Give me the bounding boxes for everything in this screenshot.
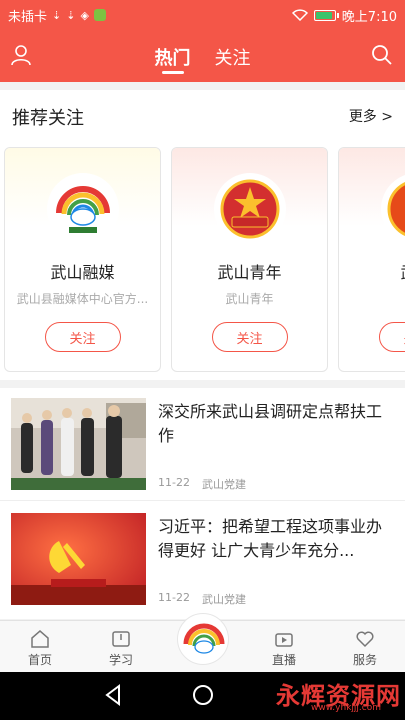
home-circle-icon[interactable] bbox=[192, 684, 214, 706]
wushan-media-logo bbox=[46, 173, 119, 245]
usb-icon: ⇣ bbox=[52, 8, 62, 22]
card-name: 武山 bbox=[339, 259, 405, 283]
follow-button[interactable]: 关注 bbox=[378, 322, 405, 352]
news-date: 11-22 bbox=[158, 476, 190, 489]
tab-follow[interactable]: 关注 bbox=[215, 30, 251, 82]
recommend-card[interactable]: 武山 武山 关注 bbox=[338, 147, 405, 372]
youth-league-logo bbox=[213, 173, 286, 245]
card-name: 武山青年 bbox=[217, 263, 282, 282]
center-logo-button[interactable] bbox=[177, 613, 229, 665]
watermark-url: www.yhkjjj.com bbox=[311, 703, 381, 713]
card-name: 武山融媒 bbox=[50, 263, 115, 282]
heart-icon bbox=[356, 631, 374, 648]
news-thumbnail bbox=[11, 513, 146, 605]
more-link[interactable]: 更多 > bbox=[349, 106, 393, 126]
news-meta: 11-22 武山党建 bbox=[158, 476, 246, 492]
tab-hot[interactable]: 热门 bbox=[155, 30, 191, 82]
news-item[interactable]: 习近平：把希望工程这项事业办得更好 让广大青少年充分... 11-22 武山党建 bbox=[0, 501, 405, 619]
bottom-nav: 首页 学习 直播 服务 bbox=[0, 613, 405, 672]
news-title: 深交所来武山县调研定点帮扶工作 bbox=[158, 402, 383, 445]
status-bar: 未插卡 ⇣ ⇣ ◈ 晚上7:10 bbox=[0, 0, 405, 30]
recommend-title: 推荐关注 bbox=[12, 108, 84, 129]
recommend-card[interactable]: 武山融媒 武山县融媒体中心官方... 关注 bbox=[4, 147, 161, 372]
app-header: 热门 关注 bbox=[0, 30, 405, 82]
nav-label: 首页 bbox=[27, 653, 52, 667]
recommend-cards: 武山融媒 武山县融媒体中心官方... 关注 武山青年 武山青年 关注 bbox=[4, 147, 405, 372]
card-desc: 武山县融媒体中心官方... bbox=[16, 292, 149, 306]
follow-button[interactable]: 关注 bbox=[211, 322, 288, 352]
top-tabs: 热门 关注 bbox=[0, 30, 405, 82]
nav-label: 服务 bbox=[352, 653, 377, 667]
carrier-text: 未插卡 bbox=[8, 9, 48, 25]
usb-icon-2: ⇣ bbox=[66, 8, 76, 22]
nav-label: 直播 bbox=[271, 653, 296, 667]
search-icon[interactable] bbox=[371, 44, 393, 66]
news-source: 武山党建 bbox=[201, 478, 246, 491]
news-thumbnail bbox=[11, 398, 146, 490]
nav-service[interactable]: 服务 bbox=[335, 629, 395, 668]
card-desc: 武山青年 bbox=[225, 292, 274, 306]
book-icon bbox=[112, 631, 130, 647]
battery-icon bbox=[313, 9, 339, 21]
news-item[interactable]: 深交所来武山县调研定点帮扶工作 11-22 武山党建 bbox=[0, 388, 405, 500]
nav-home[interactable]: 首页 bbox=[10, 629, 70, 668]
follow-button[interactable]: 关注 bbox=[44, 322, 121, 352]
back-icon[interactable] bbox=[103, 684, 123, 706]
news-meta: 11-22 武山党建 bbox=[158, 591, 246, 607]
recommend-card[interactable]: 武山青年 武山青年 关注 bbox=[171, 147, 328, 372]
nav-label: 学习 bbox=[108, 653, 133, 667]
nav-live[interactable]: 直播 bbox=[254, 629, 314, 668]
wifi-icon bbox=[291, 9, 308, 21]
live-icon bbox=[275, 633, 293, 647]
recommend-section: 推荐关注 更多 > 武山融媒 武山县融媒体中心官方... 关注 武山青年 武山青… bbox=[0, 90, 405, 380]
notification-icon: ◈ bbox=[80, 8, 89, 22]
news-date: 11-22 bbox=[158, 591, 190, 604]
nav-study[interactable]: 学习 bbox=[91, 629, 151, 668]
home-icon bbox=[31, 630, 49, 648]
news-title: 习近平：把希望工程这项事业办得更好 让广大青少年充分... bbox=[158, 517, 383, 560]
clock: 晚上7:10 bbox=[341, 9, 397, 25]
system-nav-bar: 永辉资源网 www.yhkjjj.com bbox=[0, 672, 405, 720]
card-desc: 武山 bbox=[345, 290, 405, 307]
news-source: 武山党建 bbox=[201, 593, 246, 606]
app-notification-icon bbox=[93, 9, 106, 21]
